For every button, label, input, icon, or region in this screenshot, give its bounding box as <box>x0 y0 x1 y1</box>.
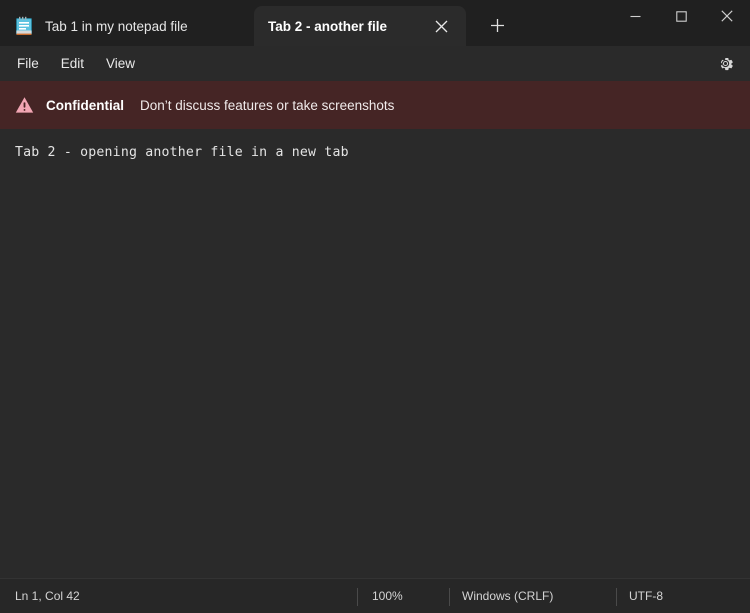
status-separator <box>616 588 617 606</box>
new-tab-button[interactable] <box>480 8 514 42</box>
plus-icon <box>490 18 505 33</box>
banner-title: Confidential <box>46 98 124 113</box>
window-close-icon <box>721 10 733 22</box>
menu-item-view[interactable]: View <box>95 51 146 76</box>
status-zoom[interactable]: 100% <box>372 579 403 613</box>
warning-triangle-icon <box>15 96 34 115</box>
close-button[interactable] <box>704 0 750 32</box>
title-bar: Tab 1 in my notepad file Tab 2 - another… <box>0 0 750 46</box>
editor-content: Tab 2 - opening another file in a new ta… <box>15 144 750 162</box>
tab-2-label: Tab 2 - another file <box>268 19 387 34</box>
gear-icon <box>717 55 734 72</box>
confidential-banner: Confidential Don’t discuss features or t… <box>0 81 750 129</box>
notepad-icon <box>15 16 33 36</box>
tab-1-label: Tab 1 in my notepad file <box>45 19 188 34</box>
banner-message: Don’t discuss features or take screensho… <box>140 98 394 113</box>
menu-item-edit[interactable]: Edit <box>50 51 95 76</box>
status-encoding[interactable]: UTF-8 <box>629 579 663 613</box>
minimize-icon <box>630 11 641 22</box>
status-separator <box>449 588 450 606</box>
notepad-window: Tab 1 in my notepad file Tab 2 - another… <box>0 0 750 613</box>
status-line-ending[interactable]: Windows (CRLF) <box>462 579 553 613</box>
minimize-button[interactable] <box>612 0 658 32</box>
settings-button[interactable] <box>710 49 740 79</box>
window-controls <box>612 0 750 46</box>
close-icon[interactable] <box>428 13 454 39</box>
maximize-icon <box>676 11 687 22</box>
tab-2[interactable]: Tab 2 - another file <box>254 6 466 46</box>
text-editor-area[interactable]: Tab 2 - opening another file in a new ta… <box>0 129 750 578</box>
tab-1[interactable]: Tab 1 in my notepad file <box>0 6 254 46</box>
status-cursor-position[interactable]: Ln 1, Col 42 <box>0 579 80 613</box>
menu-bar: File Edit View <box>0 46 750 81</box>
status-separator <box>357 588 358 606</box>
status-bar: Ln 1, Col 42 100% Windows (CRLF) UTF-8 <box>0 578 750 613</box>
maximize-button[interactable] <box>658 0 704 32</box>
menu-item-file[interactable]: File <box>6 51 50 76</box>
